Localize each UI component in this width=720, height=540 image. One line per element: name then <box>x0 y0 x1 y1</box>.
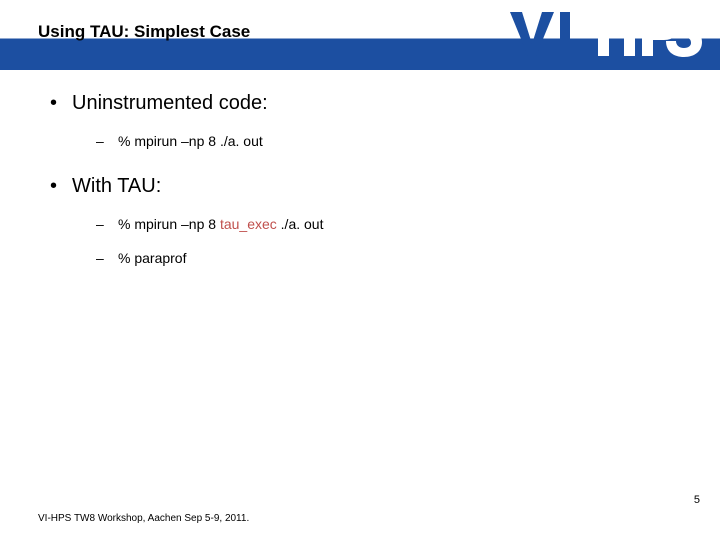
bullet-text: % mpirun –np 8 ./a. out <box>118 133 263 149</box>
vi-hps-logo <box>506 6 706 62</box>
bullet-dot-icon: • <box>50 175 72 198</box>
bullet-text: With TAU: <box>72 175 161 198</box>
bullet-text: % paraprof <box>118 250 186 266</box>
bullet-with-tau: • With TAU: <box>50 175 690 198</box>
bullet-text: Uninstrumented code: <box>72 92 268 115</box>
cmd-prefix: % mpirun –np 8 <box>118 216 220 232</box>
spacer <box>50 167 690 175</box>
bullet-dash-icon: – <box>96 216 118 232</box>
bullet-mpirun-tau: – % mpirun –np 8 tau_exec ./a. out <box>96 216 690 232</box>
slide-body: • Uninstrumented code: – % mpirun –np 8 … <box>0 70 720 266</box>
slide-title: Using TAU: Simplest Case <box>38 22 250 42</box>
cmd-highlight-tau-exec: tau_exec <box>220 216 277 232</box>
bullet-paraprof: – % paraprof <box>96 250 690 266</box>
bullet-dash-icon: – <box>96 133 118 149</box>
page-number: 5 <box>694 494 700 506</box>
cmd-suffix: ./a. out <box>277 216 324 232</box>
slide-header: Using TAU: Simplest Case <box>0 0 720 70</box>
bullet-uninstrumented: • Uninstrumented code: <box>50 92 690 115</box>
bullet-text: % mpirun –np 8 tau_exec ./a. out <box>118 216 323 232</box>
footer-text: VI-HPS TW8 Workshop, Aachen Sep 5-9, 201… <box>38 513 249 524</box>
bullet-dot-icon: • <box>50 92 72 115</box>
vi-hps-logo-icon <box>506 6 706 62</box>
slide: Using TAU: Simplest Case • Uninstrumente… <box>0 0 720 540</box>
bullet-dash-icon: – <box>96 250 118 266</box>
bullet-mpirun-plain: – % mpirun –np 8 ./a. out <box>96 133 690 149</box>
